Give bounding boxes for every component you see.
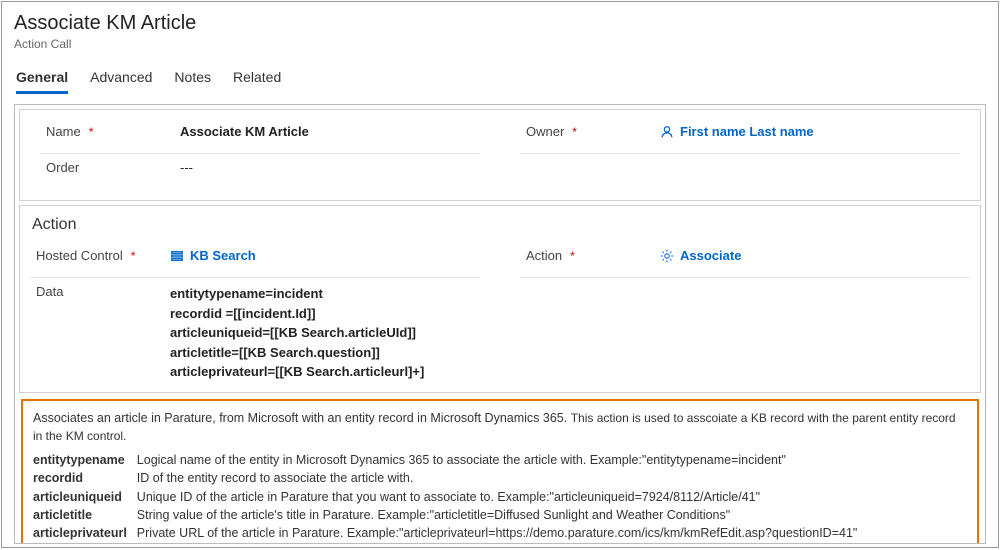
section-title-action: Action	[20, 206, 980, 242]
field-action[interactable]: Action* Associate	[520, 242, 970, 278]
tab-general[interactable]: General	[16, 69, 68, 94]
owner-lookup-text: First name Last name	[680, 124, 814, 139]
tab-related[interactable]: Related	[233, 69, 281, 94]
field-order[interactable]: Order ---	[40, 154, 480, 190]
param-desc: Private URL of the article in Parature. …	[137, 524, 967, 542]
param-desc: ID of the entity record to associate the…	[137, 469, 967, 487]
param-desc: Logical name of the entity in Microsoft …	[137, 451, 967, 469]
data-line: articleprivateurl=[[KB Search.articleurl…	[170, 362, 970, 382]
field-data[interactable]: Data entitytypename=incidentrecordid =[[…	[30, 278, 970, 388]
hosted-control-text: KB Search	[190, 248, 256, 263]
label-action: Action*	[520, 248, 660, 263]
param-name: articleprivateurl	[33, 524, 137, 542]
param-name: entitytypename	[33, 451, 137, 469]
param-row: articlepublicurlPublic URL of the articl…	[33, 542, 967, 544]
section-action: Action Hosted Control* KB Search	[19, 205, 981, 393]
param-row: articleuniqueidUnique ID of the article …	[33, 488, 967, 506]
description-main: Associates an article in Parature, from …	[33, 411, 567, 425]
label-name: Name*	[40, 124, 180, 139]
form-header: Associate KM Article Action Call General…	[2, 2, 998, 94]
param-name: articleuniqueid	[33, 488, 137, 506]
label-hosted-control: Hosted Control*	[30, 248, 170, 263]
param-name: recordid	[33, 469, 137, 487]
field-hosted-control[interactable]: Hosted Control* KB Search	[30, 242, 480, 278]
param-row: articletitleString value of the article'…	[33, 506, 967, 524]
label-owner: Owner*	[520, 124, 660, 139]
field-name[interactable]: Name* Associate KM Article	[40, 118, 480, 154]
param-name: articlepublicurl	[33, 542, 137, 544]
param-name: articletitle	[33, 506, 137, 524]
param-desc: Public URL of the article in Parature. E…	[137, 542, 967, 544]
param-row: recordidID of the entity record to assoc…	[33, 469, 967, 487]
param-desc: String value of the article's title in P…	[137, 506, 967, 524]
data-line: entitytypename=incident	[170, 284, 970, 304]
data-line: articletitle=[[KB Search.question]]	[170, 343, 970, 363]
form-container: Associate KM Article Action Call General…	[1, 1, 999, 548]
section-general: Name* Associate KM Article Order --- O	[19, 109, 981, 201]
list-icon	[170, 249, 184, 263]
page-title: Associate KM Article	[14, 12, 986, 35]
param-row: entitytypenameLogical name of the entity…	[33, 451, 967, 469]
data-line: recordid =[[incident.Id]]	[170, 304, 970, 324]
param-table: entitytypenameLogical name of the entity…	[33, 451, 967, 544]
action-lookup-text: Associate	[680, 248, 741, 263]
value-data: entitytypename=incidentrecordid =[[incid…	[170, 284, 970, 382]
label-order: Order	[40, 160, 180, 175]
description-panel: Associates an article in Parature, from …	[21, 399, 979, 545]
hosted-control-lookup[interactable]: KB Search	[170, 248, 256, 263]
gear-icon	[660, 249, 674, 263]
entity-type-label: Action Call	[14, 37, 986, 51]
data-line: articleuniqueid=[[KB Search.articleUId]]	[170, 323, 970, 343]
tab-notes[interactable]: Notes	[174, 69, 211, 94]
action-lookup[interactable]: Associate	[660, 248, 741, 263]
owner-lookup[interactable]: First name Last name	[660, 124, 814, 139]
field-owner[interactable]: Owner* First name Last name	[520, 118, 960, 154]
tab-bar: General Advanced Notes Related	[14, 69, 986, 94]
param-row: articleprivateurlPrivate URL of the arti…	[33, 524, 967, 542]
form-canvas: Name* Associate KM Article Order --- O	[14, 104, 986, 544]
param-desc: Unique ID of the article in Parature tha…	[137, 488, 967, 506]
tab-advanced[interactable]: Advanced	[90, 69, 152, 94]
label-data: Data	[30, 284, 170, 299]
user-icon	[660, 125, 674, 139]
value-name: Associate KM Article	[180, 124, 480, 139]
value-order: ---	[180, 160, 480, 175]
